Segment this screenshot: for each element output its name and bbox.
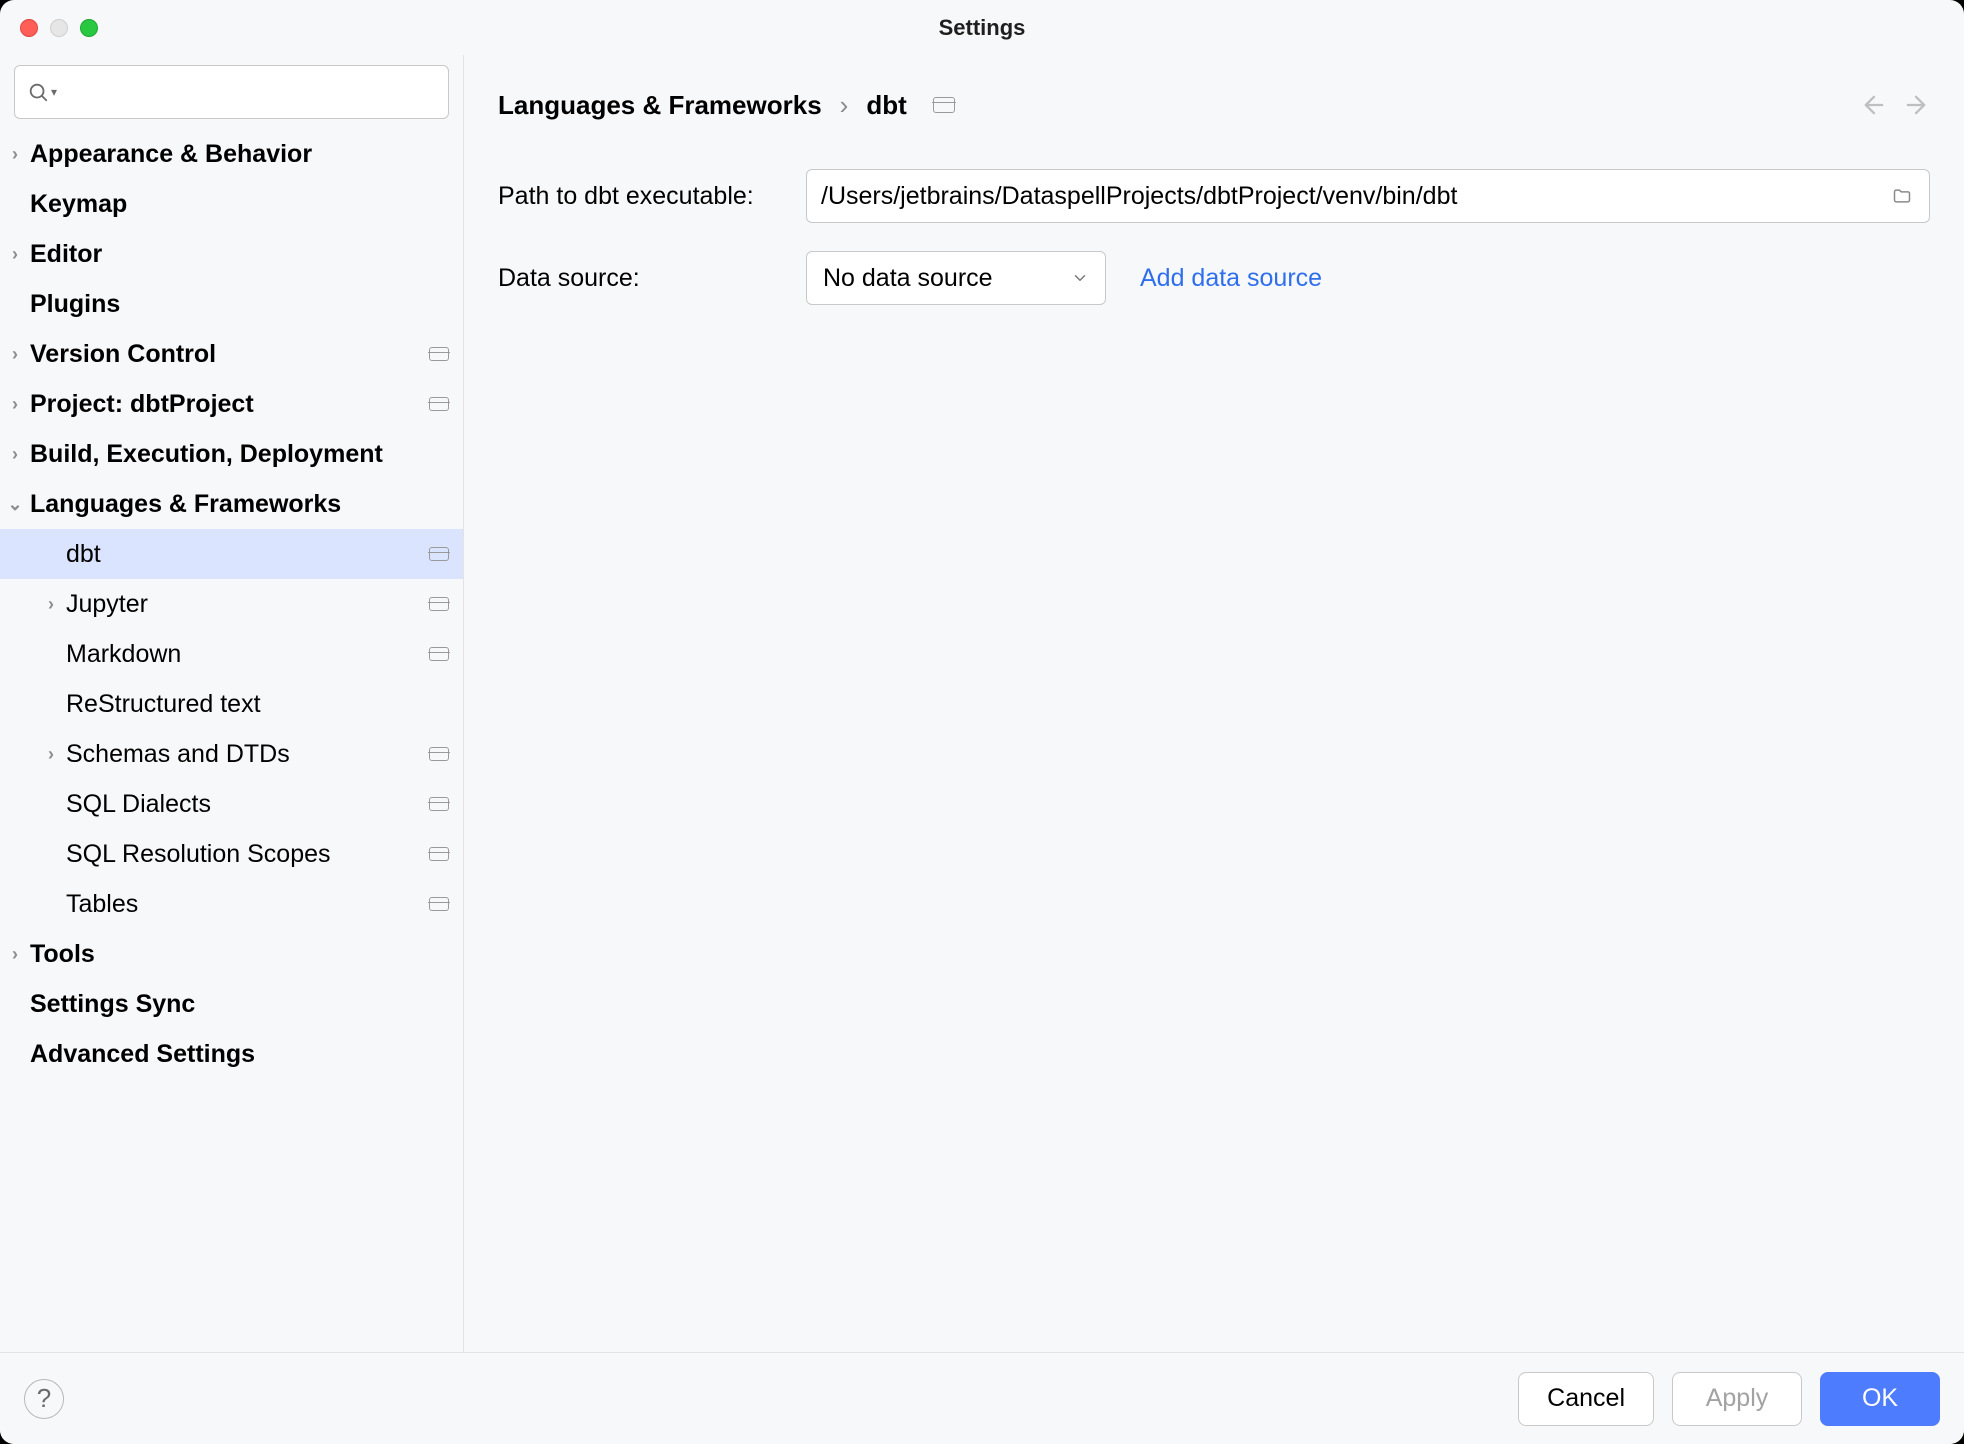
chevron-down-icon bbox=[1071, 269, 1089, 287]
data-source-selected: No data source bbox=[823, 264, 1057, 293]
project-scope-icon bbox=[429, 397, 449, 411]
tree-item-label: SQL Dialects bbox=[66, 790, 429, 819]
chevron-right-icon: › bbox=[0, 394, 30, 415]
apply-button[interactable]: Apply bbox=[1672, 1372, 1802, 1426]
tree-item-sql-resolution-scopes[interactable]: SQL Resolution Scopes bbox=[0, 829, 463, 879]
tree-item-project-dbtproject[interactable]: ›Project: dbtProject bbox=[0, 379, 463, 429]
nav-forward-icon[interactable] bbox=[1902, 91, 1930, 119]
browse-folder-icon[interactable] bbox=[1889, 186, 1915, 206]
settings-main: Languages & Frameworks › dbt Path to dbt… bbox=[464, 55, 1964, 1352]
tree-item-keymap[interactable]: Keymap bbox=[0, 179, 463, 229]
tree-item-label: Jupyter bbox=[66, 590, 429, 619]
tree-item-tables[interactable]: Tables bbox=[0, 879, 463, 929]
breadcrumb-separator: › bbox=[840, 90, 849, 121]
search-options-caret-icon: ▾ bbox=[51, 85, 57, 99]
dialog-footer: ? Cancel Apply OK bbox=[0, 1352, 1964, 1444]
tree-item-label: Markdown bbox=[66, 640, 429, 669]
settings-body: ▾ ›Appearance & BehaviorKeymap›EditorPlu… bbox=[0, 55, 1964, 1352]
tree-item-dbt[interactable]: dbt bbox=[0, 529, 463, 579]
project-scope-icon bbox=[429, 547, 449, 561]
tree-item-tools[interactable]: ›Tools bbox=[0, 929, 463, 979]
settings-window: Settings ▾ ›Appearance & BehaviorKeymap›… bbox=[0, 0, 1964, 1444]
window-title: Settings bbox=[939, 15, 1026, 41]
project-scope-icon bbox=[429, 747, 449, 761]
tree-item-label: Languages & Frameworks bbox=[30, 490, 449, 519]
settings-tree: ›Appearance & BehaviorKeymap›EditorPlugi… bbox=[0, 129, 463, 1352]
dbt-path-input[interactable] bbox=[806, 169, 1930, 223]
tree-item-label: Keymap bbox=[30, 190, 449, 219]
tree-item-label: Advanced Settings bbox=[30, 1040, 449, 1069]
tree-item-sql-dialects[interactable]: SQL Dialects bbox=[0, 779, 463, 829]
path-label: Path to dbt executable: bbox=[498, 182, 798, 211]
tree-item-label: Settings Sync bbox=[30, 990, 449, 1019]
breadcrumb: Languages & Frameworks › dbt bbox=[498, 90, 955, 121]
cancel-button[interactable]: Cancel bbox=[1518, 1372, 1654, 1426]
tree-item-appearance-behavior[interactable]: ›Appearance & Behavior bbox=[0, 129, 463, 179]
help-button[interactable]: ? bbox=[24, 1379, 64, 1419]
project-scope-icon bbox=[429, 597, 449, 611]
chevron-right-icon: › bbox=[0, 344, 30, 365]
zoom-window-button[interactable] bbox=[80, 19, 98, 37]
data-source-label: Data source: bbox=[498, 264, 798, 293]
dbt-path-text[interactable] bbox=[821, 182, 1879, 211]
tree-item-jupyter[interactable]: ›Jupyter bbox=[0, 579, 463, 629]
tree-item-label: dbt bbox=[66, 540, 429, 569]
chevron-right-icon: › bbox=[0, 444, 30, 465]
chevron-right-icon: › bbox=[0, 244, 30, 265]
window-controls bbox=[20, 19, 98, 37]
chevron-right-icon: › bbox=[36, 594, 66, 615]
breadcrumb-row: Languages & Frameworks › dbt bbox=[498, 75, 1930, 135]
tree-item-label: Schemas and DTDs bbox=[66, 740, 429, 769]
breadcrumb-parent[interactable]: Languages & Frameworks bbox=[498, 90, 822, 121]
tree-item-label: Tools bbox=[30, 940, 449, 969]
tree-item-markdown[interactable]: Markdown bbox=[0, 629, 463, 679]
chevron-right-icon: › bbox=[0, 944, 30, 965]
minimize-window-button[interactable] bbox=[50, 19, 68, 37]
tree-item-label: Build, Execution, Deployment bbox=[30, 440, 449, 469]
nav-back-icon[interactable] bbox=[1860, 91, 1888, 119]
tree-item-build-execution-deployment[interactable]: ›Build, Execution, Deployment bbox=[0, 429, 463, 479]
project-scope-icon bbox=[429, 847, 449, 861]
tree-item-schemas-and-dtds[interactable]: ›Schemas and DTDs bbox=[0, 729, 463, 779]
project-scope-icon bbox=[429, 347, 449, 361]
tree-item-label: Tables bbox=[66, 890, 429, 919]
project-scope-icon bbox=[429, 647, 449, 661]
chevron-right-icon: › bbox=[36, 744, 66, 765]
tree-item-label: Editor bbox=[30, 240, 449, 269]
project-scope-icon bbox=[933, 97, 955, 113]
settings-search-input[interactable]: ▾ bbox=[14, 65, 449, 119]
titlebar: Settings bbox=[0, 0, 1964, 55]
tree-item-restructured-text[interactable]: ReStructured text bbox=[0, 679, 463, 729]
tree-item-label: Appearance & Behavior bbox=[30, 140, 449, 169]
chevron-down-icon: ⌄ bbox=[0, 494, 30, 515]
tree-item-label: ReStructured text bbox=[66, 690, 449, 719]
search-icon bbox=[27, 81, 49, 103]
dbt-settings-form: Path to dbt executable: Data source: No … bbox=[498, 135, 1930, 305]
add-data-source-link[interactable]: Add data source bbox=[1140, 264, 1322, 293]
ok-button[interactable]: OK bbox=[1820, 1372, 1940, 1426]
project-scope-icon bbox=[429, 797, 449, 811]
data-source-row: No data source Add data source bbox=[806, 251, 1930, 305]
tree-item-settings-sync[interactable]: Settings Sync bbox=[0, 979, 463, 1029]
tree-item-version-control[interactable]: ›Version Control bbox=[0, 329, 463, 379]
breadcrumb-current: dbt bbox=[866, 90, 906, 121]
tree-item-plugins[interactable]: Plugins bbox=[0, 279, 463, 329]
tree-item-label: Plugins bbox=[30, 290, 449, 319]
chevron-right-icon: › bbox=[0, 144, 30, 165]
close-window-button[interactable] bbox=[20, 19, 38, 37]
tree-item-editor[interactable]: ›Editor bbox=[0, 229, 463, 279]
breadcrumb-nav bbox=[1860, 91, 1930, 119]
tree-item-label: SQL Resolution Scopes bbox=[66, 840, 429, 869]
tree-item-advanced-settings[interactable]: Advanced Settings bbox=[0, 1029, 463, 1079]
data-source-select[interactable]: No data source bbox=[806, 251, 1106, 305]
tree-item-label: Version Control bbox=[30, 340, 429, 369]
settings-sidebar: ▾ ›Appearance & BehaviorKeymap›EditorPlu… bbox=[0, 55, 464, 1352]
project-scope-icon bbox=[429, 897, 449, 911]
tree-item-languages-frameworks[interactable]: ⌄Languages & Frameworks bbox=[0, 479, 463, 529]
tree-item-label: Project: dbtProject bbox=[30, 390, 429, 419]
